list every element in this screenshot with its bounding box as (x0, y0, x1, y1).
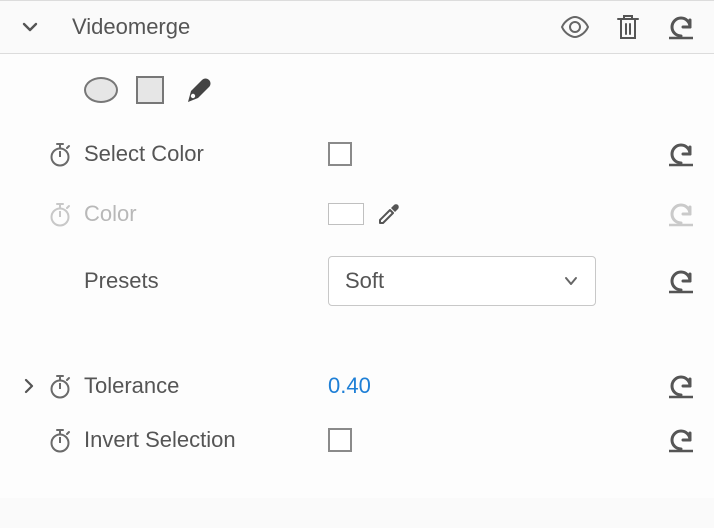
invert-selection-stopwatch[interactable] (48, 427, 72, 453)
chevron-down-icon (563, 273, 579, 289)
tolerance-reset[interactable] (666, 373, 696, 399)
tolerance-label: Tolerance (78, 373, 328, 399)
stopwatch-icon (48, 373, 72, 399)
tolerance-value[interactable]: 0.40 (328, 373, 371, 399)
presets-value: Soft (345, 268, 384, 294)
effect-panel: Videomerge (0, 0, 714, 498)
invert-selection-row: Invert Selection (16, 422, 696, 458)
reset-effect-button[interactable] (666, 14, 696, 40)
presets-row: Presets Soft (16, 256, 696, 306)
reset-icon (666, 14, 696, 40)
stopwatch-icon (48, 201, 72, 227)
tolerance-row: Tolerance 0.40 (16, 368, 696, 404)
eyedropper-icon (376, 201, 402, 227)
presets-reset[interactable] (666, 268, 696, 294)
chevron-down-icon (21, 18, 39, 36)
eye-icon (560, 16, 590, 38)
color-reset-disabled (666, 201, 696, 227)
reset-icon (666, 268, 696, 294)
select-color-row: Select Color (16, 136, 696, 172)
presets-dropdown[interactable]: Soft (328, 256, 596, 306)
color-swatch[interactable] (328, 203, 364, 225)
effect-body: Select Color (0, 54, 714, 498)
invert-selection-reset[interactable] (666, 427, 696, 453)
select-color-stopwatch[interactable] (48, 141, 72, 167)
mask-shapes-row (84, 74, 696, 106)
stopwatch-icon (48, 427, 72, 453)
collapse-toggle[interactable] (16, 18, 44, 36)
color-label: Color (78, 201, 328, 227)
ellipse-mask-button[interactable] (84, 77, 118, 103)
effect-header: Videomerge (0, 0, 714, 54)
reset-icon (666, 141, 696, 167)
visibility-toggle[interactable] (560, 16, 590, 38)
select-color-reset[interactable] (666, 141, 696, 167)
reset-icon (666, 427, 696, 453)
rectangle-mask-button[interactable] (136, 76, 164, 104)
invert-selection-checkbox[interactable] (328, 428, 352, 452)
pen-icon (182, 74, 214, 106)
select-color-label: Select Color (78, 141, 328, 167)
tolerance-expand[interactable] (21, 378, 37, 394)
eyedropper-button[interactable] (376, 201, 402, 227)
effect-title: Videomerge (72, 14, 560, 40)
invert-selection-label: Invert Selection (78, 427, 328, 453)
reset-icon (666, 201, 696, 227)
header-actions (560, 13, 696, 41)
presets-label: Presets (78, 268, 328, 294)
trash-icon (616, 13, 640, 41)
stopwatch-icon (48, 141, 72, 167)
chevron-right-icon (21, 378, 37, 394)
color-row: Color (16, 196, 696, 232)
color-stopwatch-disabled (48, 201, 72, 227)
tolerance-stopwatch[interactable] (48, 373, 72, 399)
select-color-checkbox[interactable] (328, 142, 352, 166)
delete-button[interactable] (616, 13, 640, 41)
pen-mask-button[interactable] (182, 74, 214, 106)
reset-icon (666, 373, 696, 399)
